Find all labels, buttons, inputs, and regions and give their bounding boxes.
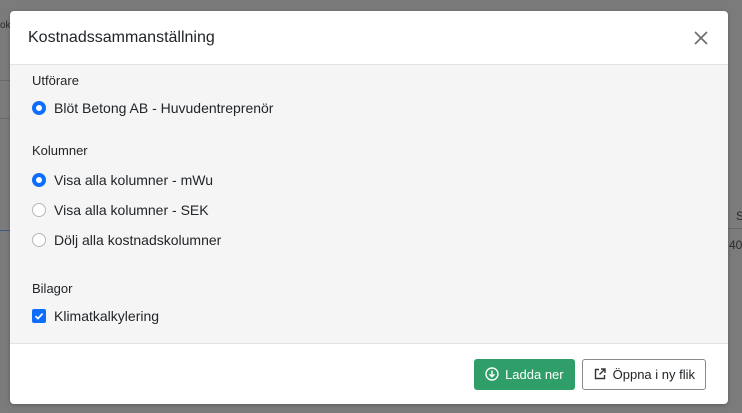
download-circle-icon [485,367,499,381]
section-label-performer: Utförare [32,73,79,88]
download-button[interactable]: Ladda ner [474,358,575,390]
background-divider [0,118,10,119]
cost-summary-modal: Kostnadssammanställning Utförare Blöt Be… [10,11,728,404]
performer-option[interactable]: Blöt Betong AB - Huvudentreprenör [32,95,706,121]
background-divider [0,230,10,231]
option-label: Visa alla kolumner - SEK [54,202,209,218]
checkmark-icon [34,313,44,320]
performer-section: Utförare Blöt Betong AB - Huvudentrepren… [32,73,706,121]
external-link-icon [593,367,607,381]
section-label-attachments: Bilagor [32,281,73,296]
background-text-fragment: S [736,209,742,223]
attachments-section: Bilagor Klimatkalkylering [32,281,706,329]
option-label: Klimatkalkylering [54,308,160,324]
columns-option-hide[interactable]: Dölj alla kostnadskolumner [32,225,706,255]
radio-button[interactable] [32,101,46,115]
close-icon [694,30,708,45]
close-button[interactable] [690,27,712,49]
download-button-label: Ladda ner [505,366,564,382]
radio-button[interactable] [32,203,46,217]
option-label: Dölj alla kostnadskolumner [54,232,222,248]
background-text-fragment: ok [0,20,11,31]
modal-body: Utförare Blöt Betong AB - Huvudentrepren… [10,65,728,343]
open-new-tab-label: Öppna i ny flik [612,366,695,382]
open-new-tab-button[interactable]: Öppna i ny flik [581,358,706,390]
checkbox[interactable] [32,309,46,323]
background-divider [0,80,10,81]
background-text-fragment: 40, [729,238,742,252]
modal-footer: Ladda ner Öppna i ny flik [10,343,728,404]
radio-button[interactable] [32,173,46,187]
columns-option-mwu[interactable]: Visa alla kolumner - mWu [32,165,706,195]
attachments-option-climate[interactable]: Klimatkalkylering [32,303,706,329]
option-label: Visa alla kolumner - mWu [54,172,213,188]
background-divider [728,228,742,229]
option-label: Blöt Betong AB - Huvudentreprenör [54,100,274,116]
modal-header: Kostnadssammanställning [10,11,728,65]
modal-title: Kostnadssammanställning [28,28,215,46]
columns-option-sek[interactable]: Visa alla kolumner - SEK [32,195,706,225]
section-label-columns: Kolumner [32,143,88,158]
radio-button[interactable] [32,233,46,247]
columns-section: Kolumner Visa alla kolumner - mWu Visa a… [32,143,706,255]
